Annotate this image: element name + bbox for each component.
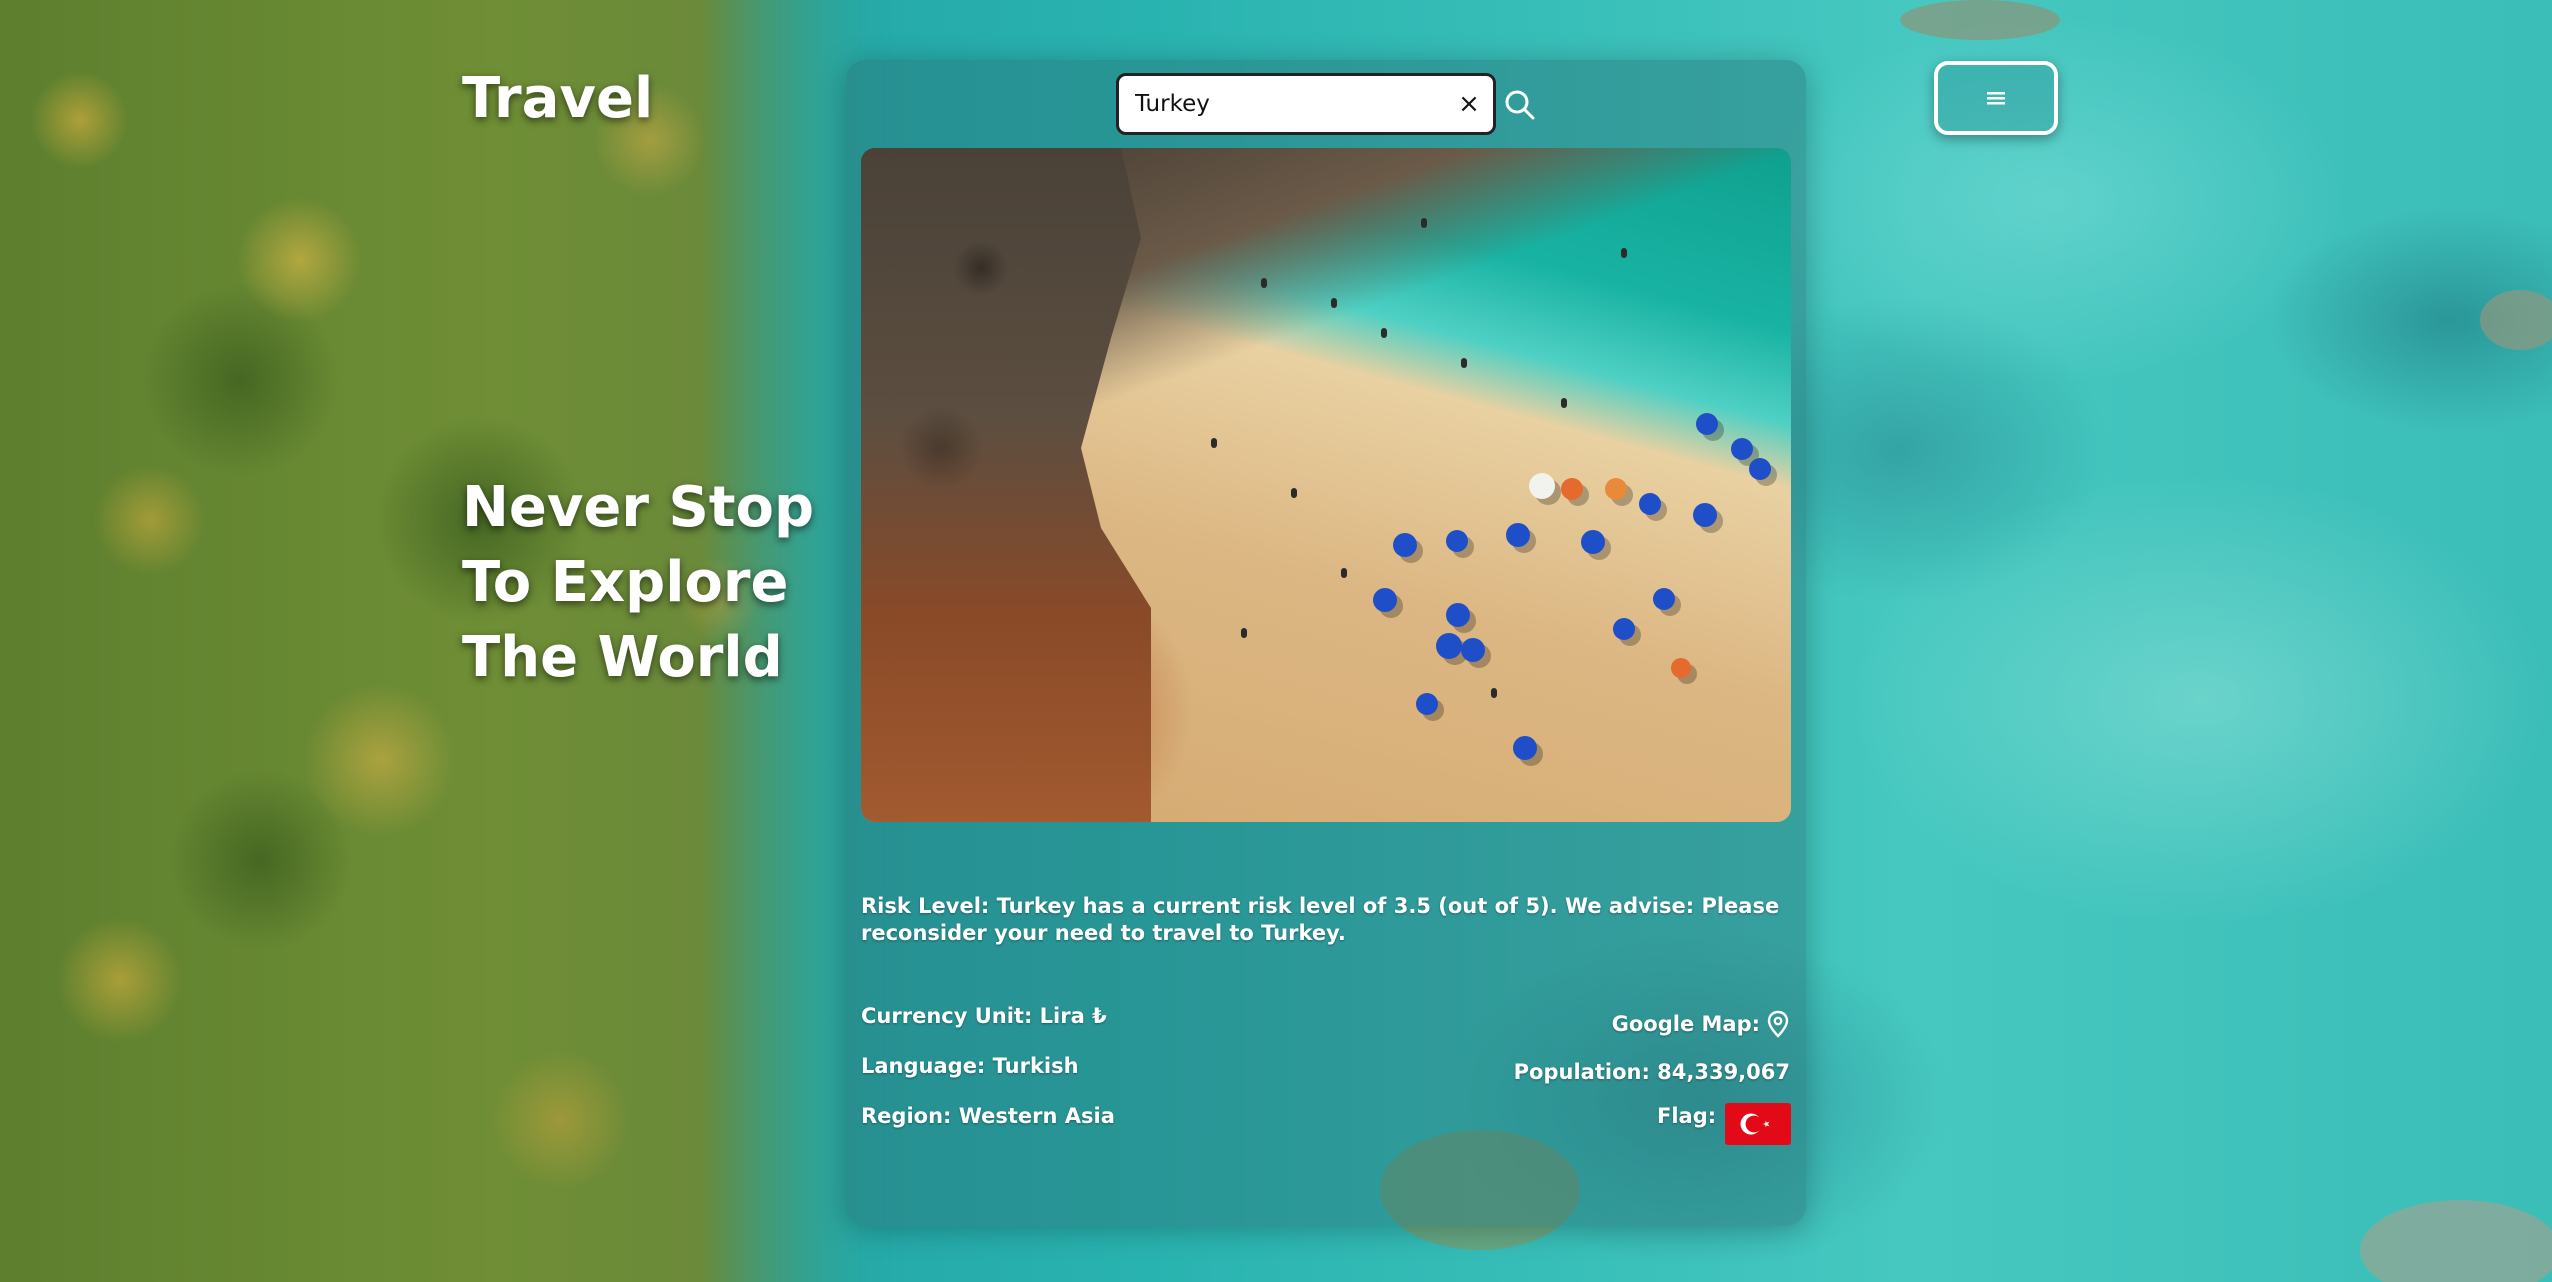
menu-button[interactable] [1934,61,2058,135]
photo-umbrella [1461,638,1485,662]
photo-umbrella [1671,658,1691,678]
photo-umbrella [1639,493,1661,515]
photo-umbrella [1513,736,1537,760]
photo-umbrella [1693,503,1717,527]
photo-umbrella [1446,603,1470,627]
risk-level-text: Risk Level: Turkey has a current risk le… [861,894,1780,945]
photo-person [1331,298,1337,308]
hero-line: To Explore [462,550,789,615]
photo-umbrella [1416,693,1438,715]
photo-person [1211,438,1217,448]
photo-umbrella [1749,458,1771,480]
population-text: Population: 84,339,067 [1513,1060,1790,1084]
background-rock [1900,0,2060,40]
photo-person [1461,358,1467,368]
search-button[interactable] [1503,88,1537,122]
search-input[interactable] [1135,91,1435,117]
photo-umbrella [1613,618,1635,640]
photo-umbrella [1696,413,1718,435]
google-map-label: Google Map: [1611,1012,1760,1036]
background-rock [2480,290,2552,350]
photo-umbrella [1506,523,1530,547]
search-icon [1505,90,1535,120]
photo-rock [861,148,1151,822]
photo-person [1261,278,1267,288]
photo-person [1291,488,1297,498]
hero-line: The World [462,625,783,690]
photo-person [1381,328,1387,338]
photo-umbrella [1436,633,1462,659]
photo-umbrella [1529,473,1555,499]
map-pin-icon [1767,1010,1789,1038]
hero-slogan: Never Stop To Explore The World [462,470,814,695]
photo-person [1621,248,1627,258]
region-text: Region: Western Asia [861,1104,1115,1128]
google-map-row: Google Map: [1612,1010,1790,1038]
search-box: × [1116,73,1496,135]
flag-label: Flag: [1657,1104,1717,1128]
photo-umbrella [1581,530,1605,554]
photo-umbrella [1393,533,1417,557]
photo-person [1491,688,1497,698]
photo-person [1421,218,1427,228]
photo-umbrella [1653,588,1675,610]
country-photo [861,148,1791,822]
hamburger-icon [1987,92,2005,105]
photo-umbrella [1373,588,1397,612]
turkey-flag-icon [1725,1103,1791,1145]
currency-text: Currency Unit: Lira ₺ [861,1004,1107,1028]
hero-line: Never Stop [462,475,815,540]
language-text: Language: Turkish [861,1054,1079,1078]
site-title[interactable]: Travel [462,66,653,131]
photo-person [1561,398,1567,408]
photo-person [1341,568,1347,578]
photo-umbrella [1605,478,1627,500]
photo-person [1241,628,1247,638]
photo-umbrella [1731,438,1753,460]
photo-umbrella [1446,530,1468,552]
clear-search-button[interactable]: × [1455,90,1483,118]
google-map-link[interactable]: Google Map: [1612,1010,1790,1038]
photo-umbrella [1561,478,1583,500]
